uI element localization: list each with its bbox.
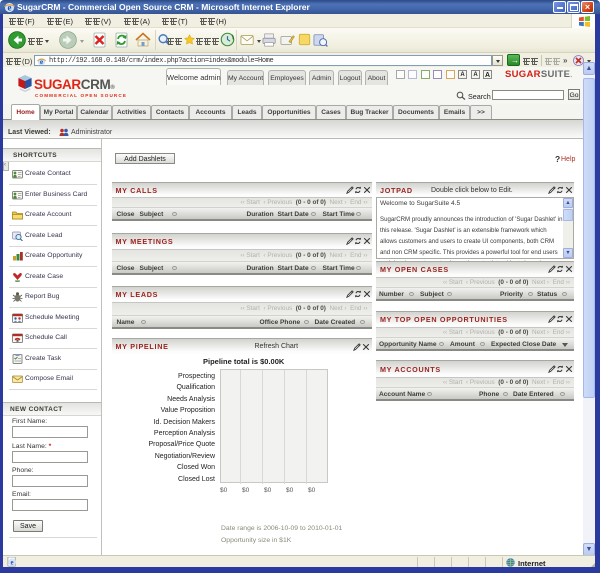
svg-text:e: e: [8, 3, 12, 13]
svg-text:e: e: [10, 559, 13, 566]
